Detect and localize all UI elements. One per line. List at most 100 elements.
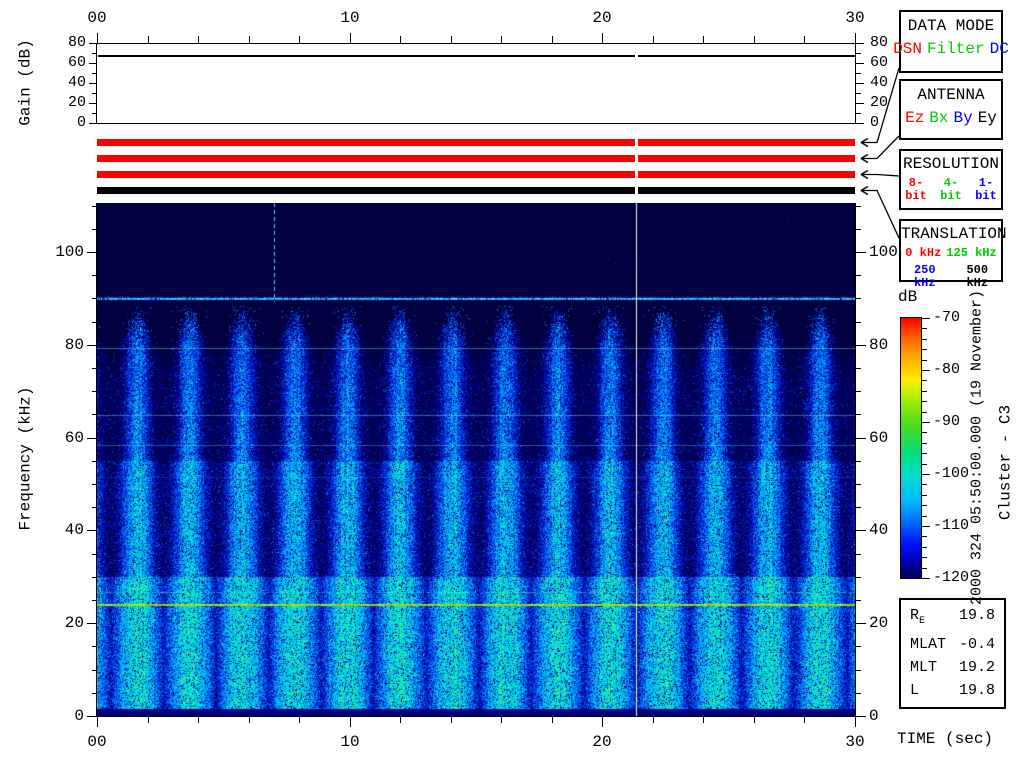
legend-option-row: 8-bit 4-bit 1-bit [901,177,1001,203]
gain-axis-minor-tick-right [856,73,861,74]
colorbar-minor-tick [922,339,927,340]
time-axis-minor-tick-top [148,36,149,43]
time-axis-label-bottom: 10 [340,733,360,751]
legend-box-title: RESOLUTION [902,155,999,173]
legend-option-4-bit: 4-bit [940,176,962,203]
time-axis-major-tick-top [350,33,351,43]
ephemeris-value: -0.4 [958,635,995,653]
legend-box-title: DATA MODE [907,17,995,35]
gain-trace-cursor-gap [635,54,638,58]
time-axis-minor-tick-top [451,36,452,43]
freq-axis-label-left: 100 [55,243,84,261]
freq-axis-minor-tick-right [856,507,861,508]
freq-axis-minor-tick-left [92,368,97,369]
ephemeris-value: 19.2 [958,659,995,677]
freq-axis-minor-tick-left [92,600,97,601]
freq-axis-major-tick-right [856,252,866,253]
gain-axis-label-left: 20 [67,94,86,111]
legend-option-250-khz: 250 kHz [913,263,936,290]
gain-axis-minor-tick-left [92,93,97,94]
freq-axis-minor-tick-right [856,368,861,369]
colorbar-title: dB [898,288,918,306]
freq-axis-major-tick-left [87,345,97,346]
freq-axis-label-right: 60 [869,429,889,447]
legend-box-data-mode: DATA MODE DSN Filter DC [893,10,1009,73]
spectrogram-bottom-axis-line [96,716,856,717]
time-axis-minor-tick-bottom [552,717,553,723]
freq-axis-major-tick-right [856,530,866,531]
freq-axis-minor-tick-right [856,577,861,578]
time-axis-minor-tick-top [804,36,805,43]
time-axis-minor-tick-top [552,36,553,43]
time-axis-major-tick-top [602,33,603,43]
freq-axis-major-tick-right [856,438,866,439]
freq-axis-label-left: 20 [64,614,84,632]
freq-axis-minor-tick-right [856,693,861,694]
legend-option-0-khz: 0 kHz [905,246,942,260]
gain-axis-label-right: 20 [870,94,889,111]
time-axis-major-tick-bottom [350,717,351,727]
spectrogram-right-axis-line [855,203,856,717]
colorbar-major-tick [922,318,930,319]
freq-axis-minor-tick-left [92,577,97,578]
freq-axis-major-tick-left [87,623,97,624]
time-axis-label-bottom: 20 [592,733,612,751]
gain-axis-major-tick-left [89,103,97,104]
time-axis-minor-tick-bottom [703,717,704,723]
time-axis-minor-tick-bottom [501,717,502,723]
legend-option-row: 250 kHz 500 kHz [901,264,1001,290]
colorbar-minor-tick [922,401,927,402]
freq-axis-minor-tick-right [856,391,861,392]
colorbar-minor-tick [922,464,927,465]
colorbar-gradient [900,317,922,579]
freq-axis-minor-tick-left [92,229,97,230]
freq-axis-minor-tick-left [92,206,97,207]
colorbar-minor-tick [922,432,927,433]
colorbar-minor-tick [922,380,927,381]
gain-axis-minor-tick-right [856,113,861,114]
colorbar-minor-tick [922,557,927,558]
colorbar-minor-tick [922,391,927,392]
ephemeris-row: MLAT -0.4 [910,635,995,653]
freq-axis-minor-tick-left [92,670,97,671]
colorbar-minor-tick [922,568,927,569]
time-axis-minor-tick-bottom [653,717,654,723]
freq-axis-minor-tick-right [856,322,861,323]
timestamp-vertical-text: 2000 324 05:50:00.000 (19 November) [968,289,986,606]
gain-axis-label-right: 0 [870,114,880,131]
colorbar-minor-tick [922,547,927,548]
time-axis-major-tick-top [855,33,856,43]
freq-axis-major-tick-left [87,252,97,253]
ephemeris-label: MLAT [910,635,947,653]
data-mode-bar [97,139,855,146]
freq-axis-label-left: 0 [74,707,84,725]
gain-trace [98,55,855,57]
legend-box-translation: TRANSLATION 0 kHz 125 kHz 250 kHz 500 kHz [899,219,1007,290]
time-axis-label-top: 10 [340,9,360,27]
colorbar-minor-tick [922,412,927,413]
freq-axis-major-tick-right [856,623,866,624]
gain-axis-major-tick-right [856,123,864,124]
colorbar-minor-tick [922,495,927,496]
time-axis-major-tick-bottom [97,717,98,727]
colorbar-minor-tick [922,328,927,329]
time-axis-minor-tick-bottom [451,717,452,723]
legend-option-bx: Bx [929,109,949,127]
freq-axis-minor-tick-right [856,414,861,415]
legend-box-title: TRANSLATION [901,225,1007,243]
gain-axis-minor-tick-left [92,113,97,114]
time-axis-minor-tick-top [249,36,250,43]
colorbar-major-tick [922,578,930,579]
freq-axis-minor-tick-left [92,414,97,415]
colorbar-minor-tick [922,453,927,454]
ephemeris-value: 19.8 [958,606,995,624]
status-bars-cursor-gap [635,137,638,196]
colorbar-minor-tick [922,536,927,537]
freq-axis-minor-tick-right [856,206,861,207]
time-axis-minor-tick-top [501,36,502,43]
time-axis-label-bottom: 00 [87,733,107,751]
freq-axis-minor-tick-left [92,646,97,647]
freq-axis-minor-tick-left [92,391,97,392]
gain-axis-major-tick-right [856,103,864,104]
gain-axis-label-left: 60 [67,54,86,71]
